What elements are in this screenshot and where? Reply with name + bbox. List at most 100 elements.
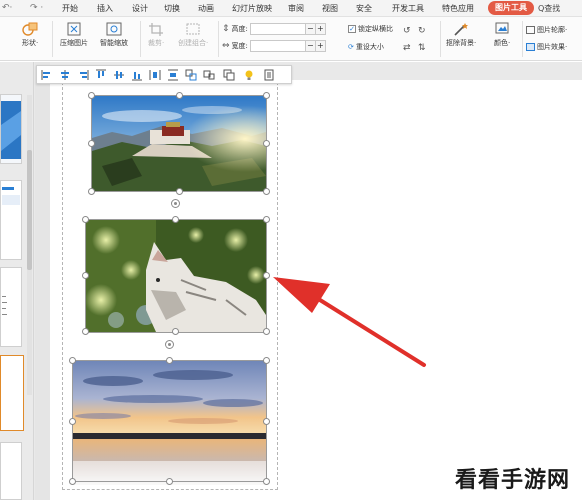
lock-aspect-label: 锁定纵横比 — [358, 25, 393, 33]
tab-design[interactable]: 设计 — [132, 3, 148, 14]
align-right-icon[interactable] — [77, 69, 89, 81]
resize-handle[interactable] — [88, 188, 95, 195]
resize-handle[interactable] — [88, 92, 95, 99]
resize-handle[interactable] — [172, 216, 179, 223]
resize-handle[interactable] — [176, 188, 183, 195]
resize-handle[interactable] — [263, 418, 270, 425]
resize-handle[interactable] — [82, 216, 89, 223]
crop-label: 裁剪· — [148, 39, 165, 47]
shape-label: 形状· — [22, 39, 39, 47]
slide-thumbnail[interactable] — [0, 180, 22, 260]
reset-size-icon: ⟳ — [348, 43, 354, 51]
resize-handle[interactable] — [82, 272, 89, 279]
compress-picture-button[interactable]: 压缩图片 — [60, 22, 88, 48]
picture-effect-button[interactable]: 图片效果· — [526, 42, 567, 52]
align-left-icon[interactable] — [41, 69, 53, 81]
height-label: 高度: — [231, 25, 248, 33]
slide-thumbnail[interactable] — [0, 267, 22, 347]
slide-thumbnail[interactable] — [0, 94, 22, 164]
flip-horizontal-icon[interactable]: ⇄ — [403, 43, 411, 53]
more-icon[interactable] — [263, 69, 275, 81]
height-decrease-button[interactable]: − — [305, 23, 316, 35]
tab-transition[interactable]: 切换 — [164, 3, 180, 14]
tab-picture-tools[interactable]: 图片工具 — [488, 1, 534, 15]
resize-handle[interactable] — [263, 188, 270, 195]
slide-thumbnail[interactable] — [0, 442, 22, 500]
shape-button[interactable]: 形状· — [22, 22, 38, 48]
picture-outline-label: 图片轮廓· — [537, 26, 568, 34]
width-icon: ⇔ — [222, 41, 230, 51]
tab-home[interactable]: 开始 — [62, 3, 78, 14]
selection-frame — [91, 95, 267, 192]
distribute-horizontal-icon[interactable] — [149, 69, 161, 81]
compress-label: 压缩图片 — [60, 39, 88, 47]
lock-aspect-checkbox[interactable]: ✓ 锁定纵横比 — [348, 24, 393, 34]
align-middle-icon[interactable] — [113, 69, 125, 81]
tab-featured[interactable]: 特色应用 — [442, 3, 474, 14]
tab-security[interactable]: 安全 — [356, 3, 372, 14]
distribute-vertical-icon[interactable] — [167, 69, 179, 81]
height-increase-button[interactable]: + — [315, 23, 326, 35]
resize-handle[interactable] — [69, 478, 76, 485]
height-input[interactable] — [249, 23, 306, 35]
ungroup-icon[interactable] — [203, 69, 215, 81]
resize-handle[interactable] — [263, 92, 270, 99]
resize-handle[interactable] — [69, 357, 76, 364]
width-decrease-button[interactable]: − — [305, 40, 316, 52]
tab-insert[interactable]: 插入 — [97, 3, 113, 14]
slide-thumbnail-current[interactable] — [0, 355, 24, 431]
rotate-handle[interactable] — [171, 199, 180, 208]
resize-handle[interactable] — [176, 92, 183, 99]
ribbon: 形状· 压缩图片 智能缩放 裁剪· 创建组合· ⇕ 高度: − + ⇔ 宽度: … — [0, 17, 582, 61]
resize-handle[interactable] — [263, 216, 270, 223]
bulb-icon[interactable] — [243, 69, 255, 81]
resize-handle[interactable] — [263, 357, 270, 364]
redo-icon[interactable]: ↷ · — [30, 3, 43, 13]
resize-handle[interactable] — [263, 328, 270, 335]
color-button[interactable]: 颜色· — [494, 22, 510, 48]
resize-handle[interactable] — [263, 272, 270, 279]
width-label: 宽度: — [231, 42, 248, 50]
crop-button[interactable]: 裁剪· — [148, 22, 164, 48]
rotate-left-icon[interactable]: ↺ — [403, 26, 411, 36]
thumbnail-graphic — [2, 296, 7, 315]
tab-view[interactable]: 视图 — [322, 3, 338, 14]
image-floating-toolbar — [36, 65, 292, 84]
tab-developer[interactable]: 开发工具 — [392, 3, 424, 14]
tab-review[interactable]: 审阅 — [288, 3, 304, 14]
resize-handle[interactable] — [263, 140, 270, 147]
resize-handle[interactable] — [88, 140, 95, 147]
flip-vertical-icon[interactable]: ⇅ — [418, 43, 426, 53]
thumbnail-scroll-thumb[interactable] — [27, 150, 32, 270]
tab-animation[interactable]: 动画 — [198, 3, 214, 14]
smart-zoom-button[interactable]: 智能缩放 — [100, 22, 128, 48]
compress-icon — [66, 22, 82, 36]
group-icon[interactable] — [185, 69, 197, 81]
width-increase-button[interactable]: + — [315, 40, 326, 52]
undo-icon[interactable]: ↶· — [2, 3, 12, 13]
group-icon — [185, 22, 201, 36]
reset-size-button[interactable]: ⟳ 重设大小 — [348, 42, 384, 52]
canvas-margin — [35, 62, 50, 500]
magic-wand-icon — [453, 22, 469, 36]
resize-handle[interactable] — [69, 418, 76, 425]
align-bottom-icon[interactable] — [131, 69, 143, 81]
resize-handle[interactable] — [263, 478, 270, 485]
picture-outline-button[interactable]: 图片轮廓· — [526, 25, 567, 35]
align-center-icon[interactable] — [59, 69, 71, 81]
remove-background-button[interactable]: 抠除背景· — [446, 22, 476, 48]
resize-handle[interactable] — [82, 328, 89, 335]
resize-handle[interactable] — [172, 328, 179, 335]
search-button[interactable]: Q查找 — [538, 3, 560, 14]
tab-slideshow[interactable]: 幻灯片放映 — [232, 3, 272, 14]
create-group-button[interactable]: 创建组合· — [178, 22, 208, 48]
rotate-right-icon[interactable]: ↻ — [418, 26, 426, 36]
watermark-text: 看看手游网 — [455, 468, 571, 493]
arrange-icon[interactable] — [223, 69, 235, 81]
align-top-icon[interactable] — [95, 69, 107, 81]
width-input[interactable] — [249, 40, 306, 52]
rotate-handle[interactable] — [165, 340, 174, 349]
resize-handle[interactable] — [166, 357, 173, 364]
selection-frame — [85, 219, 267, 333]
resize-handle[interactable] — [166, 478, 173, 485]
